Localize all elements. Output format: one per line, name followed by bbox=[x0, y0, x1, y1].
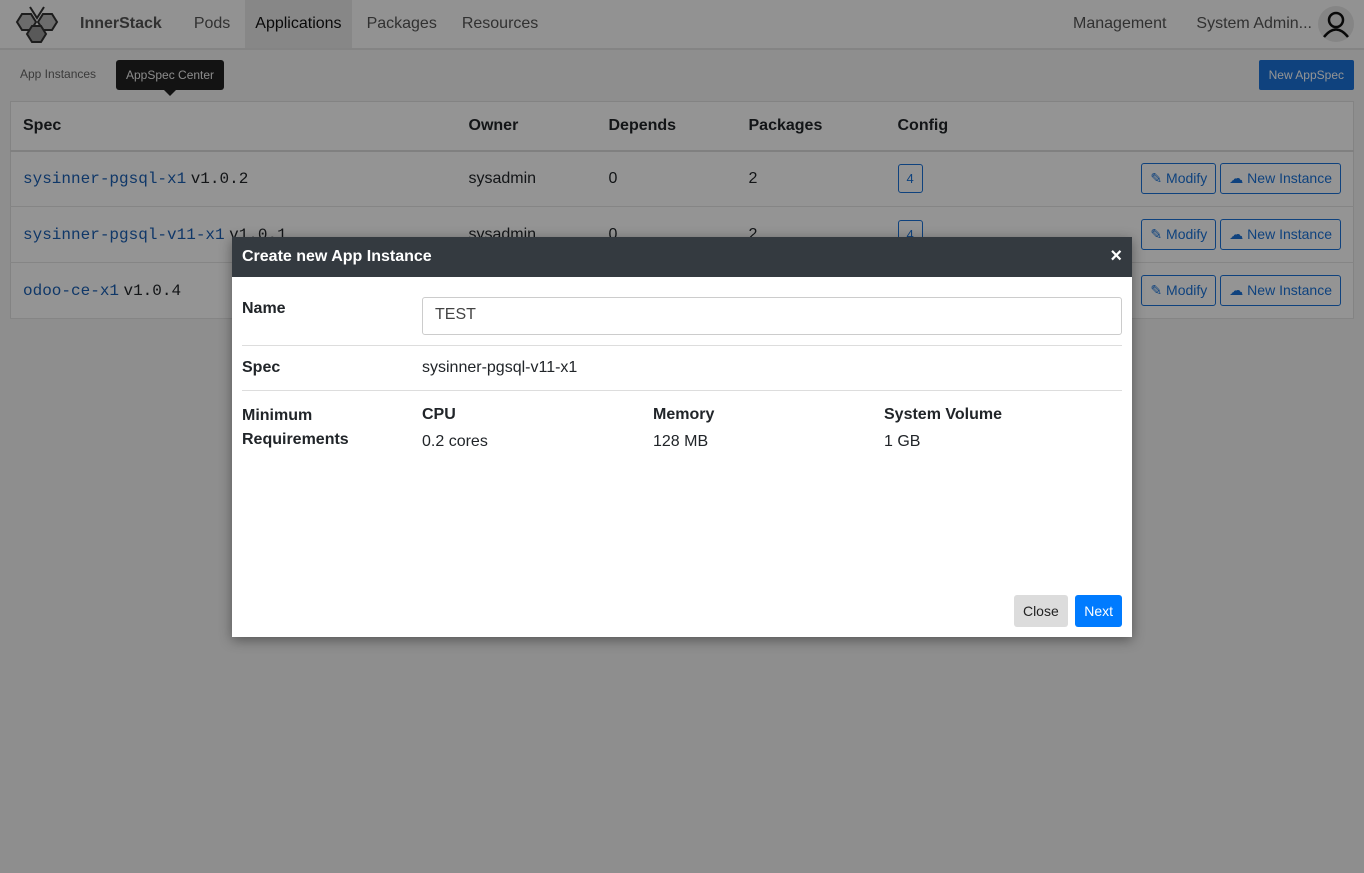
cpu-label: CPU bbox=[422, 406, 456, 423]
cpu-value: 0.2 cores bbox=[422, 433, 488, 450]
name-label: Name bbox=[242, 300, 286, 317]
memory-value: 128 MB bbox=[653, 433, 709, 450]
memory-label: Memory bbox=[653, 406, 715, 423]
spec-label: Spec bbox=[242, 359, 281, 376]
next-button[interactable]: Next bbox=[1075, 595, 1122, 627]
modal-header: Create new App Instance × bbox=[232, 237, 1132, 277]
modal-title: Create new App Instance bbox=[242, 248, 432, 265]
close-icon[interactable]: × bbox=[1110, 245, 1122, 268]
volume-value: 1 GB bbox=[884, 433, 921, 450]
spec-value: sysinner-pgsql-v11-x1 bbox=[422, 359, 578, 376]
close-button[interactable]: Close bbox=[1013, 595, 1068, 627]
volume-label: System Volume bbox=[884, 406, 1002, 423]
req-label: Minimum Requirements bbox=[242, 407, 349, 448]
name-input[interactable]: TEST bbox=[422, 297, 1122, 335]
create-instance-modal: Create new App Instance × Name TEST Spec… bbox=[232, 237, 1132, 637]
